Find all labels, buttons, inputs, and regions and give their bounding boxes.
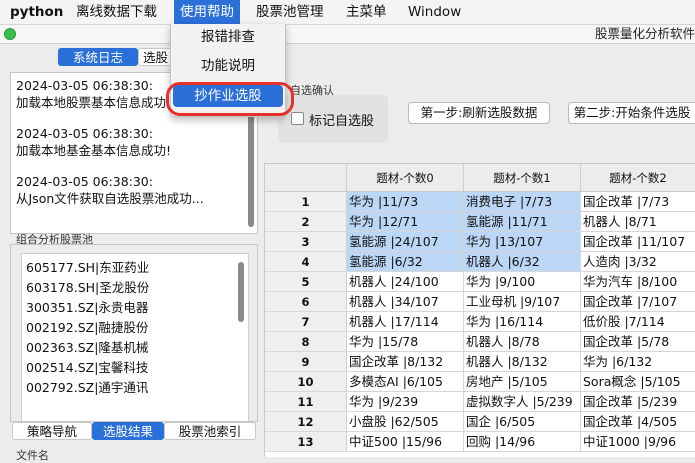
table-cell[interactable]: 低价股 |7/114 [581, 312, 695, 332]
row-number[interactable]: 4 [265, 252, 347, 272]
row-number[interactable]: 1 [265, 192, 347, 212]
log-time: 2024-03-05 06:38:30: [16, 78, 153, 93]
menubar: python 离线数据下载 使用帮助 股票池管理 主菜单 Window [0, 0, 695, 25]
table-cell[interactable]: 工业母机 |9/107 [464, 292, 581, 312]
tab-system-log[interactable]: 系统日志 [58, 48, 138, 66]
row-number[interactable]: 12 [265, 412, 347, 432]
mark-favorite-label: 标记自选股 [309, 114, 375, 129]
row-number[interactable]: 3 [265, 232, 347, 252]
table-cell[interactable]: 人造肉 |3/32 [581, 252, 695, 272]
log-time: 2024-03-05 06:38:30: [16, 126, 153, 141]
table-cell[interactable]: 华为 |16/114 [464, 312, 581, 332]
row-number[interactable]: 11 [265, 392, 347, 412]
table-cell[interactable]: 中证1000 |9/96 [581, 432, 695, 452]
list-item[interactable]: 002192.SZ|融捷股份 [26, 318, 148, 338]
row-number[interactable]: 2 [265, 212, 347, 232]
stock-list[interactable]: 605177.SH|东亚药业 603178.SH|圣龙股份 300351.SZ|… [21, 253, 249, 421]
column-header[interactable]: 题材-个数0 [347, 164, 464, 192]
table-cell[interactable]: 机器人 |6/32 [464, 252, 581, 272]
table-cell[interactable]: 机器人 |24/100 [347, 272, 464, 292]
column-header[interactable]: 题材-个数1 [464, 164, 581, 192]
table-cell[interactable]: 华为 |15/78 [347, 332, 464, 352]
menu-item-error-check[interactable]: 报错排查 [173, 26, 283, 48]
file-name-label: 文件名 [16, 449, 49, 462]
window-titlebar [0, 25, 695, 44]
table-cell[interactable]: 机器人 |8/132 [464, 352, 581, 372]
table-cell[interactable]: 机器人 |8/71 [581, 212, 695, 232]
table-cell[interactable]: 机器人 |34/107 [347, 292, 464, 312]
table-cell[interactable]: 氢能源 |24/107 [347, 232, 464, 252]
table-cell[interactable]: 中证500 |15/96 [347, 432, 464, 452]
table-cell[interactable]: 华为 |13/107 [464, 232, 581, 252]
table-corner [265, 164, 347, 192]
row-number[interactable]: 10 [265, 372, 347, 392]
window-title: 股票量化分析软件 [594, 26, 695, 41]
table-cell[interactable]: Sora概念 |5/105 [581, 372, 695, 392]
table-cell[interactable]: 国企改革 |8/132 [347, 352, 464, 372]
table-cell[interactable]: 华为 |12/71 [347, 212, 464, 232]
result-table[interactable]: 题材-个数0 题材-个数1 题材-个数2 1 华为 |11/73 消费电子 |7/7… [264, 163, 695, 457]
table-cell[interactable]: 小盘股 |62/505 [347, 412, 464, 432]
table-cell[interactable]: 国企改革 |5/239 [581, 392, 695, 412]
list-item[interactable]: 002363.SZ|隆基机械 [26, 338, 148, 358]
menu-main[interactable]: 主菜单 [340, 0, 393, 24]
table-cell[interactable]: 国企 |6/505 [464, 412, 581, 432]
table-cell[interactable]: 国企改革 |7/107 [581, 292, 695, 312]
stock-list-scrollbar[interactable] [238, 262, 244, 322]
confirm-group-label: 自选确认 [290, 84, 334, 97]
tab-stock-select[interactable]: 选股 [138, 48, 172, 66]
menu-stock-pool[interactable]: 股票池管理 [250, 0, 330, 24]
menu-python[interactable]: python [4, 0, 69, 24]
row-number[interactable]: 9 [265, 352, 347, 372]
table-cell[interactable]: 国企改革 |11/107 [581, 232, 695, 252]
table-cell[interactable]: 机器人 |8/78 [464, 332, 581, 352]
log-message: 加载本地基金基本信息成功! [16, 143, 172, 158]
list-item[interactable]: 605177.SH|东亚药业 [26, 258, 149, 278]
table-cell[interactable]: 国企改革 |5/78 [581, 332, 695, 352]
table-cell[interactable]: 机器人 |17/114 [347, 312, 464, 332]
window-zoom-button[interactable] [4, 28, 16, 40]
column-header[interactable]: 题材-个数2 [581, 164, 695, 192]
table-cell[interactable]: 国企改革 |4/505 [581, 412, 695, 432]
table-cell[interactable]: 氢能源 |11/71 [464, 212, 581, 232]
list-item[interactable]: 603178.SH|圣龙股份 [26, 278, 149, 298]
tab-select-results[interactable]: 选股结果 [92, 422, 164, 440]
list-item[interactable]: 002792.SZ|通宇通讯 [26, 378, 148, 398]
list-item[interactable]: 002514.SZ|宝馨科技 [26, 358, 148, 378]
menu-item-feature-guide[interactable]: 功能说明 [173, 55, 283, 77]
menu-offline-download[interactable]: 离线数据下载 [70, 0, 163, 24]
refresh-data-button[interactable]: 第一步:刷新选股数据 [408, 102, 550, 124]
log-time: 2024-03-05 06:38:30: [16, 174, 153, 189]
list-item[interactable]: 300351.SZ|永贵电器 [26, 298, 148, 318]
row-number[interactable]: 6 [265, 292, 347, 312]
table-cell[interactable]: 氢能源 |6/32 [347, 252, 464, 272]
start-select-button[interactable]: 第二步:开始条件选股 [568, 102, 695, 124]
table-cell[interactable]: 回购 |14/96 [464, 432, 581, 452]
annotation-highlight-ring [166, 82, 294, 116]
table-cell[interactable]: 华为 |9/100 [464, 272, 581, 292]
row-number[interactable]: 7 [265, 312, 347, 332]
table-cell[interactable]: 华为 |6/132 [581, 352, 695, 372]
table-cell[interactable]: 华为汽车 |8/100 [581, 272, 695, 292]
row-number[interactable]: 13 [265, 432, 347, 452]
table-cell[interactable]: 多模态AI |6/105 [347, 372, 464, 392]
table-cell[interactable]: 华为 |9/239 [347, 392, 464, 412]
menu-window[interactable]: Window [402, 0, 467, 24]
table-cell[interactable]: 虚拟数字人 |5/239 [464, 392, 581, 412]
log-message: 从Json文件获取自选股票池成功... [16, 191, 204, 206]
row-number[interactable]: 5 [265, 272, 347, 292]
tab-strategy-nav[interactable]: 策略导航 [12, 422, 92, 440]
table-cell[interactable]: 房地产 |5/105 [464, 372, 581, 392]
tab-pool-index[interactable]: 股票池索引 [164, 422, 256, 440]
table-cell[interactable]: 国企改革 |7/73 [581, 192, 695, 212]
group-pool-frame: 605177.SH|东亚药业 603178.SH|圣龙股份 300351.SZ|… [10, 244, 258, 422]
log-message: 加载本地股票基本信息成功 [16, 95, 167, 110]
mark-favorite-checkbox[interactable] [291, 112, 304, 125]
table-cell[interactable]: 消费电子 |7/73 [464, 192, 581, 212]
row-number[interactable]: 8 [265, 332, 347, 352]
table-cell[interactable]: 华为 |11/73 [347, 192, 464, 212]
menu-help[interactable]: 使用帮助 [174, 0, 240, 24]
